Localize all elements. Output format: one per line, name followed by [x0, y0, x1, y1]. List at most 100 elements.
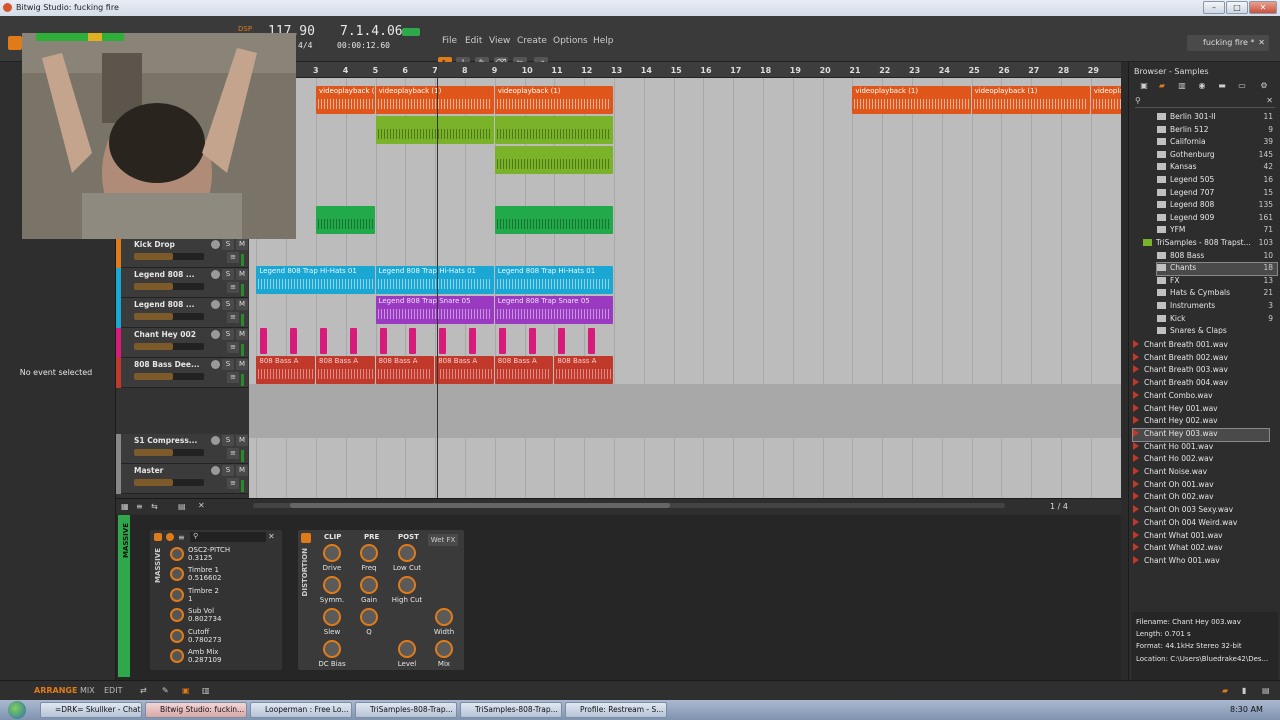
audio-clip[interactable] — [375, 116, 494, 144]
mute-button[interactable]: M — [236, 359, 248, 370]
track-header[interactable]: Legend 808 ... S M ≡ — [116, 298, 248, 328]
mute-button[interactable]: M — [236, 239, 248, 250]
browser-file[interactable]: Chant Hey 003.wav — [1132, 427, 1270, 442]
rows-icon[interactable]: ≡ — [136, 502, 143, 511]
distortion-knob[interactable] — [323, 608, 341, 626]
browser-file[interactable]: Chant Ho 001.wav — [1133, 441, 1269, 454]
arranger-timeline[interactable]: videoplayback (1)videoplayback (1)videop… — [249, 78, 1121, 498]
tab-edit[interactable]: EDIT — [104, 686, 122, 695]
taskbar-button[interactable]: TriSamples-808-Trap... — [460, 702, 562, 718]
track-name[interactable]: Master — [134, 466, 163, 475]
close-param-icon[interactable]: ✕ — [268, 532, 275, 541]
param-knob[interactable] — [170, 628, 184, 643]
presets-icon[interactable]: ◉ — [1197, 81, 1207, 91]
browser-file[interactable]: Chant Breath 003.wav — [1133, 365, 1269, 377]
track-name[interactable]: Kick Drop — [134, 240, 175, 249]
file-play-icon[interactable] — [1133, 555, 1139, 564]
taskbar-button[interactable]: Looperman : Free Lo... — [250, 702, 352, 718]
browser-folder[interactable]: Snares & Claps — [1157, 326, 1277, 334]
track-record-arm-icon[interactable] — [211, 300, 220, 309]
chant-clip[interactable] — [409, 328, 417, 354]
browser-file[interactable]: Chant Ho 002.wav — [1133, 454, 1269, 466]
settings-gear-icon[interactable]: ⚙ — [1259, 81, 1269, 91]
layout-icon[interactable]: ▤ — [178, 502, 186, 511]
taskbar-button[interactable]: TriSamples-808-Trap... — [355, 702, 457, 718]
param-knob[interactable] — [170, 547, 184, 561]
browser-folder[interactable]: Legend 707 15 — [1157, 188, 1277, 200]
solo-button[interactable]: S — [222, 329, 234, 340]
browser-folder[interactable]: Hats & Cymbals 21 — [1157, 288, 1277, 300]
solo-button[interactable]: S — [222, 269, 234, 280]
layout-toggle-icon[interactable]: ▤ — [1262, 686, 1270, 695]
file-play-icon[interactable] — [1133, 530, 1139, 539]
browser-folder[interactable]: 808 Bass 10 — [1157, 251, 1277, 263]
track-menu-icon[interactable]: ≡ — [227, 448, 239, 459]
clips-icon[interactable]: ▬ — [1217, 81, 1227, 91]
file-icon[interactable]: ▮ — [1242, 686, 1246, 695]
track-name[interactable]: S1 Compress... — [134, 436, 197, 445]
distortion-knob[interactable] — [360, 576, 378, 594]
browser-folder[interactable]: Instruments 3 — [1157, 301, 1277, 313]
browser-file[interactable]: Chant Who 001.wav — [1133, 555, 1269, 568]
browser-folder[interactable]: FX 13 — [1157, 276, 1277, 288]
browser-file[interactable]: Chant Breath 004.wav — [1133, 378, 1269, 390]
solo-button[interactable]: S — [222, 299, 234, 310]
browser-file[interactable]: Chant What 001.wav — [1133, 530, 1269, 543]
taskbar-button[interactable]: Profile: Restream - S... — [565, 702, 667, 718]
library-icon[interactable]: ▭ — [1237, 81, 1247, 91]
samples-icon[interactable]: ▥ — [1177, 81, 1187, 91]
time-signature[interactable]: 4/4 — [298, 41, 312, 50]
track-menu-icon[interactable]: ≡ — [227, 282, 239, 293]
track-header[interactable]: Legend 808 ... S M ≡ — [116, 268, 248, 298]
browser-folder[interactable]: Gothenburg 145 — [1157, 150, 1277, 162]
chant-clip[interactable] — [498, 328, 506, 354]
file-play-icon[interactable] — [1133, 467, 1139, 475]
file-play-icon[interactable] — [1133, 403, 1139, 412]
bass-clip[interactable]: 808 Bass A — [494, 356, 554, 384]
browser-file[interactable]: Chant Oh 003 Sexy.wav — [1133, 505, 1269, 517]
file-play-icon[interactable] — [1133, 505, 1139, 514]
browser-toggle-icon[interactable]: ▰ — [1222, 686, 1228, 695]
volume-fader[interactable] — [134, 313, 204, 320]
file-play-icon[interactable] — [1133, 378, 1139, 387]
browser-folder[interactable]: Berlin 301-II 11 — [1157, 112, 1277, 124]
audio-clip[interactable] — [316, 206, 375, 234]
taskbar-button[interactable]: =DRK= Skullker - Chat — [40, 702, 142, 718]
hihat-clip[interactable]: Legend 808 Trap Hi-Hats 01 — [375, 266, 494, 294]
browser-file[interactable]: Chant Breath 001.wav — [1133, 340, 1269, 352]
track-name[interactable]: Legend 808 ... — [134, 300, 194, 309]
param-search-input[interactable]: ⚲ — [190, 532, 266, 542]
chant-clip[interactable] — [260, 328, 268, 354]
loop-icon[interactable]: ⇆ — [151, 502, 158, 511]
solo-button[interactable]: S — [222, 239, 234, 250]
mute-button[interactable]: M — [236, 465, 248, 476]
param-knob[interactable] — [170, 649, 184, 663]
devices-icon[interactable]: ▣ — [1139, 81, 1149, 91]
chant-clip[interactable] — [349, 328, 357, 354]
video-clip[interactable]: videoplayback (1) — [852, 86, 971, 114]
file-play-icon[interactable] — [1133, 340, 1139, 348]
track-menu-icon[interactable]: ≡ — [227, 252, 239, 263]
distortion-knob[interactable] — [360, 544, 378, 562]
track-menu-icon[interactable]: ≡ — [227, 312, 239, 323]
file-play-icon[interactable] — [1133, 352, 1139, 361]
file-play-icon[interactable] — [1133, 492, 1139, 501]
distortion-knob[interactable] — [323, 640, 341, 658]
distortion-knob[interactable] — [435, 608, 453, 626]
menu-file[interactable]: File — [442, 36, 457, 46]
browser-file[interactable]: Chant Oh 004 Weird.wav — [1133, 517, 1269, 530]
solo-button[interactable]: S — [222, 465, 234, 476]
chant-clip[interactable] — [528, 328, 536, 354]
menu-view[interactable]: View — [489, 36, 510, 46]
panel-toggle-icon[interactable]: ▣ — [182, 686, 190, 695]
distortion-knob[interactable] — [398, 544, 416, 562]
track-header[interactable]: Chant Hey 002 S M ≡ — [116, 328, 248, 358]
browser-folder[interactable]: California 39 — [1157, 137, 1277, 149]
distortion-knob[interactable] — [398, 640, 416, 658]
audio-clip[interactable] — [494, 116, 613, 144]
volume-fader[interactable] — [134, 449, 204, 456]
chant-clip[interactable] — [439, 328, 447, 354]
browser-file[interactable]: Chant Hey 001.wav — [1133, 403, 1269, 416]
file-play-icon[interactable] — [1133, 441, 1139, 450]
video-clip[interactable]: videoplayback (1) — [316, 86, 375, 114]
